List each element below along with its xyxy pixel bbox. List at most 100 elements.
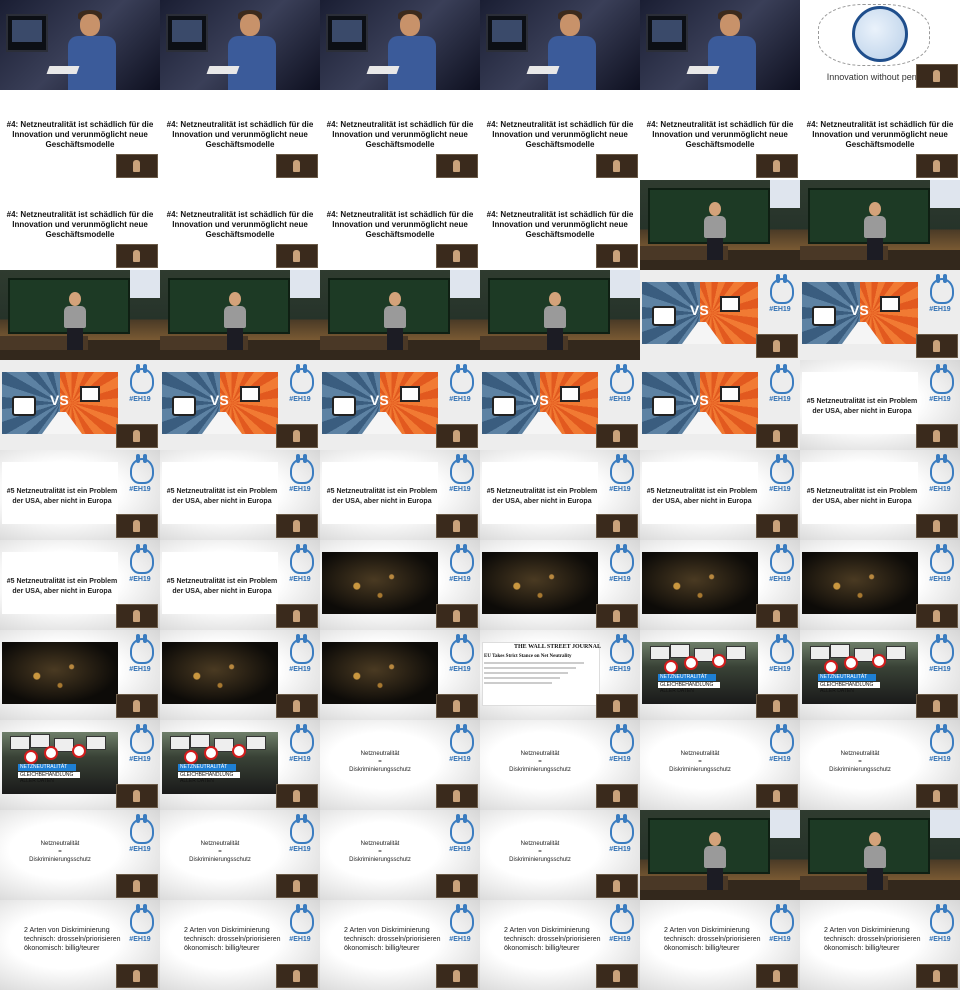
rabbit-icon bbox=[930, 904, 954, 934]
logo-tag: #EH19 bbox=[769, 756, 791, 763]
speaker-inset bbox=[116, 514, 158, 538]
rabbit-ear bbox=[936, 724, 940, 733]
wsj-masthead: THE WALL STREET JOURNAL bbox=[514, 644, 601, 650]
video-thumbnail-room bbox=[640, 810, 800, 900]
video-thumbnail-laptop bbox=[160, 0, 320, 90]
rabbit-ear bbox=[943, 634, 947, 643]
slide-text: Innovation und verunmöglicht neue bbox=[12, 130, 148, 139]
slide-text: #4: Netzneutralität ist schädlich für di… bbox=[486, 210, 634, 219]
head bbox=[400, 14, 420, 36]
vs-label: VS bbox=[530, 392, 549, 408]
banner: NETZNEUTRALITÄT bbox=[178, 764, 236, 771]
europe-night-map bbox=[322, 552, 438, 614]
slide-text: technisch: drosseln/priorisieren bbox=[344, 936, 441, 943]
speaker-inset bbox=[596, 694, 638, 718]
protest-sign bbox=[10, 736, 30, 750]
video-thumbnail-types: 2 Arten von Diskriminierung technisch: dr… bbox=[160, 900, 320, 990]
protest-sign bbox=[886, 646, 906, 660]
rabbit-ear bbox=[616, 724, 620, 733]
video-thumbnail-thesis4: #4: Netzneutralität ist schädlich für di… bbox=[480, 90, 640, 180]
rabbit-ear bbox=[143, 904, 147, 913]
presenter bbox=[386, 10, 438, 90]
vs-label: VS bbox=[50, 392, 69, 408]
speaker-inset bbox=[436, 964, 478, 988]
banner-text: NETZNEUTRALITÄT bbox=[660, 674, 708, 680]
computer-icon bbox=[560, 386, 580, 402]
speaker bbox=[862, 202, 888, 260]
logo-tag: #EH19 bbox=[769, 306, 791, 313]
rabbit-icon bbox=[130, 454, 154, 484]
video-thumbnail-thesis4: #4: Netzneutralität ist schädlich für di… bbox=[160, 180, 320, 270]
tv-icon bbox=[492, 396, 516, 416]
slide-text: Geschäftsmodelle bbox=[45, 230, 115, 239]
rabbit-icon bbox=[450, 904, 474, 934]
vs-graphic: VS bbox=[322, 372, 438, 434]
torso bbox=[224, 306, 246, 328]
rabbit-ear bbox=[776, 544, 780, 553]
slide-area: #5 Netzneutralität ist ein Problem der US… bbox=[802, 372, 918, 434]
rabbit-ear bbox=[943, 454, 947, 463]
speaker-inset bbox=[916, 604, 958, 628]
video-thumbnail-equals: Netzneutralität = Diskriminierungsschutz #E… bbox=[160, 810, 320, 900]
video-thumbnail-laptop bbox=[480, 0, 640, 90]
video-thumbnail-night: #EH19 bbox=[0, 630, 160, 720]
slide-text: der USA, aber nicht in Europa bbox=[492, 498, 592, 505]
slide-text: = bbox=[218, 849, 222, 855]
eh19-logo-icon: #EH19 bbox=[124, 454, 156, 500]
torso bbox=[704, 846, 726, 868]
rabbit-ear bbox=[296, 364, 300, 373]
rabbit-icon bbox=[610, 904, 634, 934]
logo-tag: #EH19 bbox=[449, 666, 471, 673]
logo-tag: #EH19 bbox=[129, 846, 151, 853]
banner-text: NETZNEUTRALITÄT bbox=[20, 764, 68, 770]
head bbox=[720, 14, 740, 36]
rabbit-ear bbox=[296, 814, 300, 823]
vs-label: VS bbox=[210, 392, 229, 408]
tv-icon bbox=[652, 396, 676, 416]
speaker bbox=[382, 292, 408, 350]
globe-icon bbox=[852, 6, 908, 62]
banner-text: GLEICHBEHANDLUNG ALLER DATEN bbox=[20, 772, 74, 784]
slide-text: Innovation und verunmöglicht neue bbox=[492, 130, 628, 139]
speaker-inset bbox=[276, 784, 318, 808]
rabbit-ear bbox=[456, 814, 460, 823]
speaker-inset bbox=[116, 694, 158, 718]
video-thumbnail-vs: VS #EH19 bbox=[480, 360, 640, 450]
eh19-logo-icon: #EH19 bbox=[924, 364, 956, 410]
eh19-logo-icon: #EH19 bbox=[764, 274, 796, 320]
video-thumbnail-thesis4: #4: Netzneutralität ist schädlich für di… bbox=[640, 90, 800, 180]
video-thumbnail-equals: Netzneutralität = Diskriminierungsschutz #E… bbox=[640, 720, 800, 810]
slide-text: Netzneutralität bbox=[520, 841, 560, 847]
slide-text: #5 Netzneutralität ist ein Problem bbox=[806, 488, 918, 495]
torso bbox=[64, 306, 86, 328]
rabbit-ear bbox=[936, 634, 940, 643]
speed-sign-icon bbox=[664, 660, 678, 674]
speed-sign-icon bbox=[232, 744, 246, 758]
logo-tag: #EH19 bbox=[929, 936, 951, 943]
logo-tag: #EH19 bbox=[929, 666, 951, 673]
rabbit-icon bbox=[610, 454, 634, 484]
banner-text: NETZNEUTRALITÄT bbox=[180, 764, 228, 770]
eh19-logo-icon: #EH19 bbox=[604, 454, 636, 500]
rabbit-icon bbox=[770, 454, 794, 484]
rabbit-ear bbox=[776, 364, 780, 373]
monitor bbox=[6, 14, 48, 52]
rabbit-icon bbox=[290, 904, 314, 934]
torso bbox=[864, 846, 886, 868]
banner-text: GLEICHBEHANDLUNG ALLER DATEN bbox=[820, 682, 874, 694]
speaker-inset bbox=[916, 694, 958, 718]
video-thumbnail-protest: NETZNEUTRALITÄT GLEICHBEHANDLUNG ALLER DA… bbox=[160, 720, 320, 810]
rabbit-ear bbox=[143, 364, 147, 373]
slide-text: ökonomisch: billig/teurer bbox=[824, 945, 900, 952]
rabbit-ear bbox=[303, 634, 307, 643]
slide-text: technisch: drosseln/priorisieren bbox=[504, 936, 601, 943]
text-line bbox=[484, 667, 576, 669]
logo-tag: #EH19 bbox=[929, 756, 951, 763]
rabbit-ear bbox=[943, 544, 947, 553]
slide-text: Diskriminierungsschutz bbox=[509, 767, 571, 773]
rabbit-ear bbox=[943, 364, 947, 373]
legs bbox=[227, 328, 243, 350]
speaker-inset bbox=[596, 784, 638, 808]
slide-text: 2 Arten von Diskriminierung bbox=[184, 927, 270, 934]
slide-text: Innovation und verunmöglicht neue bbox=[332, 220, 468, 229]
